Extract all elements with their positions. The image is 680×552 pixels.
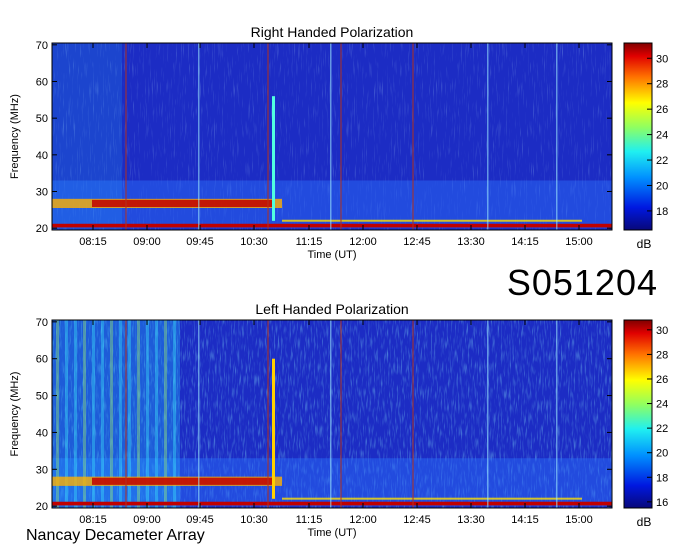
- colorbar-label: dB: [637, 515, 652, 529]
- plot-title: Left Handed Polarization: [255, 301, 408, 317]
- y-tick-label: 70: [36, 317, 48, 329]
- colorbar-tick-label: 22: [656, 423, 668, 435]
- x-tick-label: 11:15: [296, 236, 323, 248]
- x-tick-label: 09:00: [133, 514, 161, 526]
- x-tick-label: 13:30: [457, 514, 485, 526]
- burst-line: [272, 96, 275, 221]
- x-tick-label: 13:30: [457, 236, 485, 248]
- emission-band-core: [92, 199, 272, 207]
- instrument-name: Nancay Decameter Array: [26, 527, 205, 544]
- colorbar-tick-label: 18: [656, 206, 668, 218]
- interference-line: [556, 320, 558, 508]
- colorbar-tick-label: 26: [656, 374, 668, 386]
- colorbar-tick-label: 24: [656, 399, 668, 411]
- x-tick-label: 12:00: [349, 514, 377, 526]
- interference-line: [487, 320, 489, 508]
- baseline-fringe: [282, 497, 582, 500]
- colorbar-label: dB: [637, 237, 652, 251]
- x-tick-label: 08:15: [79, 236, 107, 248]
- baseline-fringe: [282, 219, 582, 222]
- x-tick-label: 09:45: [186, 514, 214, 526]
- colorbar-tick-label: 28: [656, 349, 668, 361]
- interference-line: [198, 43, 200, 230]
- y-tick-label: 50: [36, 113, 48, 125]
- colorbar-tick-label: 22: [656, 155, 668, 167]
- observation-code: S051204: [506, 262, 658, 303]
- colorbar-tick-label: 30: [656, 53, 668, 65]
- spectrogram-panel: Left Handed Polarization 20 30 40 50 60 70 08:1…: [9, 301, 668, 539]
- y-tick-label: 20: [36, 501, 48, 513]
- colorbar: [623, 319, 653, 509]
- y-tick-label: 60: [36, 354, 48, 366]
- burst-line: [272, 358, 275, 499]
- x-axis-label: Time (UT): [307, 249, 356, 261]
- interference-line: [330, 43, 332, 230]
- colorbar-tick-label: 30: [656, 325, 668, 337]
- interference-line: [330, 320, 332, 508]
- colorbar-tick-label: 24: [656, 130, 668, 142]
- x-tick-label: 10:30: [240, 236, 268, 248]
- y-axis-label: Frequency (MHz): [9, 94, 21, 179]
- x-tick-label: 12:00: [349, 236, 377, 248]
- y-tick-label: 50: [36, 391, 48, 403]
- baseline-emission: [52, 223, 612, 228]
- spectrogram-panel: Right Handed Polarization 20 30 40 50 60 70 08:…: [9, 24, 668, 261]
- colorbar-tick-label: 28: [656, 79, 668, 91]
- colorbar-tick-label: 20: [656, 448, 668, 460]
- plot-title: Right Handed Polarization: [251, 24, 414, 40]
- colorbar-tick-label: 20: [656, 180, 668, 192]
- x-axis-label: Time (UT): [307, 527, 356, 539]
- y-axis-label: Frequency (MHz): [9, 372, 21, 457]
- colorbar-tick-label: 26: [656, 104, 668, 116]
- x-tick-label: 09:45: [186, 236, 214, 248]
- x-tick-label: 08:15: [79, 514, 107, 526]
- x-tick-label: 15:00: [565, 514, 593, 526]
- x-tick-label: 14:15: [511, 514, 539, 526]
- y-tick-label: 30: [36, 187, 48, 199]
- interference-line: [487, 43, 489, 230]
- x-tick-label: 14:15: [511, 236, 539, 248]
- y-tick-label: 40: [36, 427, 48, 439]
- y-tick-label: 30: [36, 464, 48, 476]
- emission-band-core: [92, 477, 272, 485]
- colorbar-tick-label: 18: [656, 472, 668, 484]
- x-tick-label: 12:45: [403, 236, 431, 248]
- interference-line: [556, 43, 558, 230]
- y-tick-label: 40: [36, 150, 48, 162]
- x-tick-label: 11:15: [296, 514, 323, 526]
- y-tick-label: 60: [36, 77, 48, 89]
- x-tick-label: 15:00: [565, 236, 593, 248]
- x-tick-label: 10:30: [240, 514, 268, 526]
- interference-line: [198, 320, 200, 508]
- x-tick-label: 09:00: [133, 236, 161, 248]
- colorbar: [623, 42, 653, 231]
- colorbar-tick-label: 16: [656, 497, 668, 509]
- baseline-emission: [52, 501, 612, 506]
- y-tick-label: 20: [36, 223, 48, 235]
- y-tick-label: 70: [36, 40, 48, 52]
- x-tick-label: 12:45: [403, 514, 431, 526]
